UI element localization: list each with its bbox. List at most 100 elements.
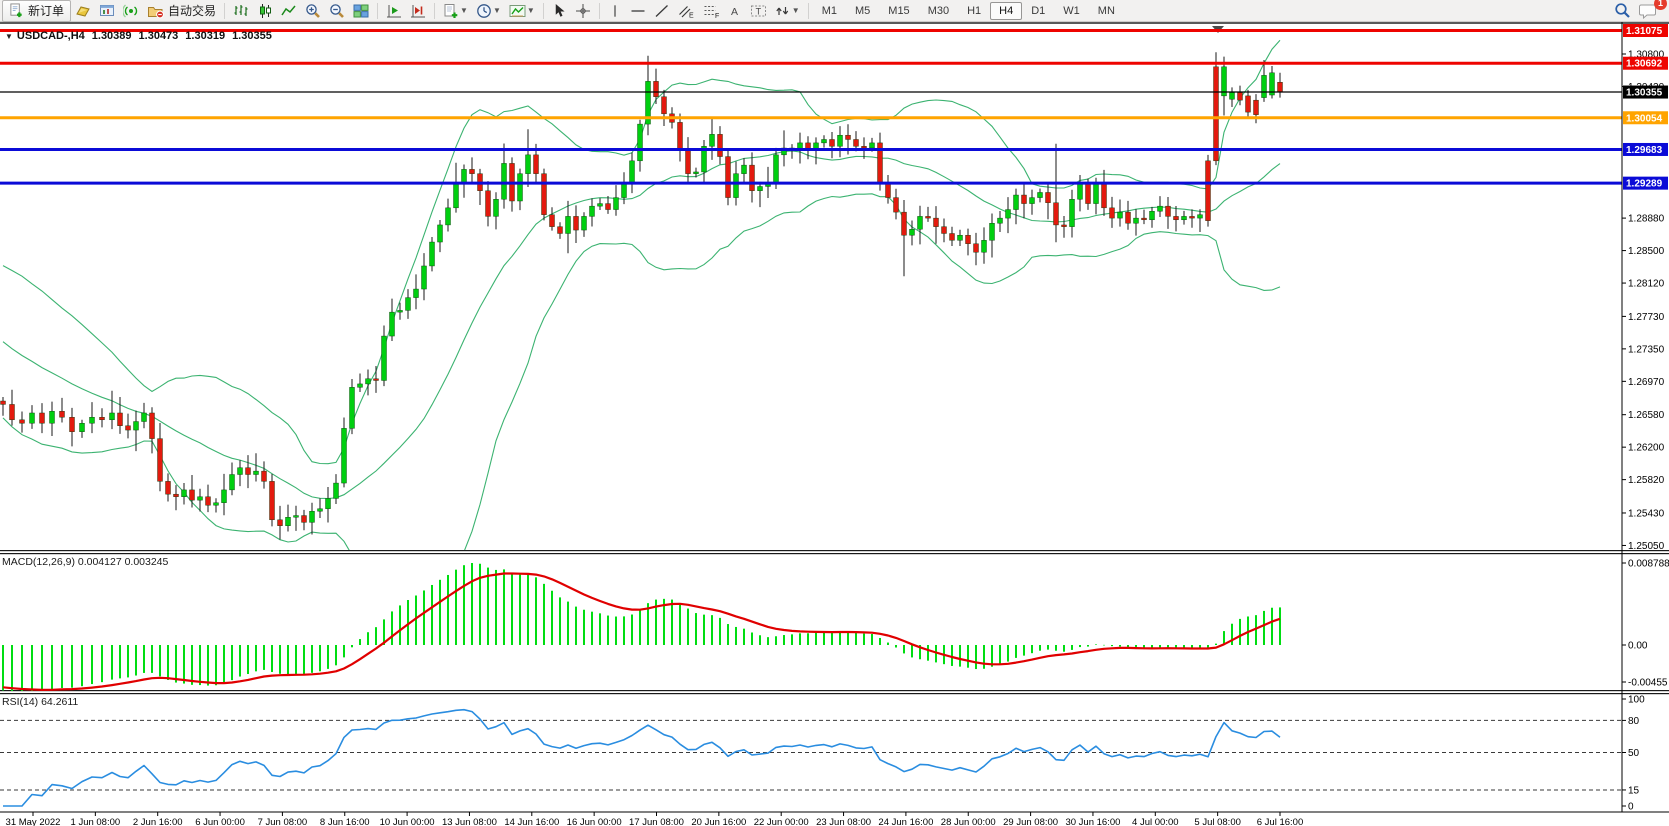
price-badge-1.29289: 1.29289 (1623, 177, 1668, 190)
timeframe-button-M30[interactable]: M30 (919, 2, 958, 20)
price-tick-label: 1.26970 (1628, 377, 1665, 388)
timeframe-button-H4[interactable]: H4 (990, 2, 1022, 20)
chart-forward-button[interactable] (382, 0, 406, 22)
price-badge-1.30054: 1.30054 (1623, 111, 1668, 124)
rsi-tick-label: 100 (1628, 695, 1645, 706)
timeframe-button-M5[interactable]: M5 (846, 2, 879, 20)
price-tick-label: 1.25820 (1628, 475, 1665, 486)
crosshair-button[interactable] (571, 0, 595, 22)
text-icon: A (728, 3, 742, 19)
price-badge-1.31075: 1.31075 (1623, 24, 1668, 37)
templates-icon (443, 3, 459, 19)
arrows-icon (775, 3, 791, 19)
line-chart-icon (281, 3, 297, 19)
line-chart-button[interactable] (277, 0, 301, 22)
time-tick-label: 5 Jul 08:00 (1194, 817, 1240, 826)
cursor-button[interactable] (548, 0, 571, 22)
time-tick-label: 28 Jun 00:00 (941, 817, 996, 826)
price-tick-label: 1.25050 (1628, 541, 1665, 552)
timeframe-button-M15[interactable]: M15 (879, 2, 918, 20)
text-label-button[interactable]: T (746, 0, 771, 22)
chat-button[interactable]: 1 (1635, 0, 1661, 22)
timeframe-button-W1[interactable]: W1 (1054, 2, 1089, 20)
macd-tick-label: 0.008788 (1628, 559, 1669, 570)
autotrading-button[interactable]: 自动交易 (143, 0, 220, 22)
rsi-indicator-label: RSI(14) 64.2611 (2, 696, 78, 708)
timeframe-button-MN[interactable]: MN (1089, 2, 1124, 20)
chart-window-top-border (0, 22, 1669, 24)
vertical-line-button[interactable] (604, 0, 626, 22)
timeframe-group: M1M5M15M30H1H4D1W1MN (813, 2, 1124, 20)
time-tick-label: 6 Jun 00:00 (195, 817, 245, 826)
arrows-button[interactable]: ▼ (771, 0, 804, 22)
price-tick-label: 1.28120 (1628, 279, 1665, 290)
vertical-line-icon (608, 3, 622, 19)
candlestick-button[interactable] (253, 0, 277, 22)
candlestick-icon (257, 3, 273, 19)
new-order-button[interactable]: 新订单 (2, 0, 71, 22)
time-tick-label: 24 Jun 16:00 (878, 817, 933, 826)
price-tick-label: 1.26200 (1628, 443, 1665, 454)
fibonacci-button[interactable]: F (699, 0, 724, 22)
symbol-period-label: USDCAD-,H4 (17, 30, 85, 42)
timeframe-button-M1[interactable]: M1 (813, 2, 846, 20)
price-tick-label: 1.25430 (1628, 508, 1665, 519)
tile-windows-icon (353, 3, 369, 19)
price-badge-1.29683: 1.29683 (1623, 143, 1668, 156)
equidistant-channel-button[interactable]: E (674, 0, 699, 22)
macd-tick-label: 0.00 (1628, 641, 1648, 652)
trendline-button[interactable] (650, 0, 674, 22)
templates-button[interactable]: ▼ (439, 0, 472, 22)
dropdown-caret: ▼ (493, 6, 501, 15)
time-tick-label: 1 Jun 08:00 (71, 817, 121, 826)
bar-chart-button[interactable] (229, 0, 253, 22)
gold-bar-button[interactable] (71, 0, 95, 22)
svg-text:1.30692: 1.30692 (1626, 59, 1663, 70)
zoom-in-icon (305, 3, 321, 19)
toolbar-separator (599, 3, 600, 19)
price-tick-label: 1.27350 (1628, 344, 1665, 355)
clock-icon (476, 3, 492, 19)
svg-text:1.30054: 1.30054 (1626, 113, 1663, 124)
price-badge-1.30355: 1.30355 (1623, 86, 1668, 99)
time-tick-label: 8 Jun 16:00 (320, 817, 370, 826)
chart-canvas[interactable]: 1.308001.304201.288801.285001.281201.277… (0, 22, 1669, 826)
text-button[interactable]: A (724, 0, 746, 22)
svg-text:1.31075: 1.31075 (1626, 26, 1663, 37)
charts-window-button[interactable] (95, 0, 119, 22)
cursor-icon (552, 3, 567, 18)
chart-menu-caret-icon[interactable]: ▼ (5, 32, 13, 41)
rsi-tick-label: 50 (1628, 748, 1640, 759)
svg-text:1.29289: 1.29289 (1626, 179, 1663, 190)
zoom-in-button[interactable] (301, 0, 325, 22)
horizontal-line-icon (630, 3, 646, 19)
time-tick-label: 2 Jun 16:00 (133, 817, 183, 826)
ohlc-low: 1.30319 (185, 30, 225, 42)
indicators-icon (509, 3, 526, 19)
dropdown-caret: ▼ (460, 6, 468, 15)
indicators-button[interactable]: ▼ (505, 0, 539, 22)
price-badge-1.30692: 1.30692 (1623, 57, 1668, 70)
timeframe-button-H1[interactable]: H1 (958, 2, 990, 20)
autotrading-icon (147, 3, 164, 19)
time-tick-label: 20 Jun 16:00 (691, 817, 746, 826)
chart-end-button[interactable] (406, 0, 430, 22)
toolbar-separator (434, 3, 435, 19)
price-tick-label: 1.28500 (1628, 246, 1665, 257)
toolbar-separator (543, 3, 544, 19)
bar-chart-icon (233, 3, 249, 19)
time-tick-label: 16 Jun 00:00 (567, 817, 622, 826)
text-label-icon: T (750, 3, 767, 19)
horizontal-line-button[interactable] (626, 0, 650, 22)
time-tick-label: 31 May 2022 (6, 817, 61, 826)
timeframe-button-D1[interactable]: D1 (1022, 2, 1054, 20)
zoom-out-button[interactable] (325, 0, 349, 22)
period-clock-button[interactable]: ▼ (472, 0, 505, 22)
tile-windows-button[interactable] (349, 0, 373, 22)
search-button[interactable] (1610, 0, 1635, 22)
time-tick-label: 14 Jun 16:00 (504, 817, 559, 826)
crosshair-icon (575, 3, 591, 19)
signals-button[interactable] (119, 0, 143, 22)
ohlc-high: 1.30473 (139, 30, 179, 42)
dropdown-caret: ▼ (527, 6, 535, 15)
